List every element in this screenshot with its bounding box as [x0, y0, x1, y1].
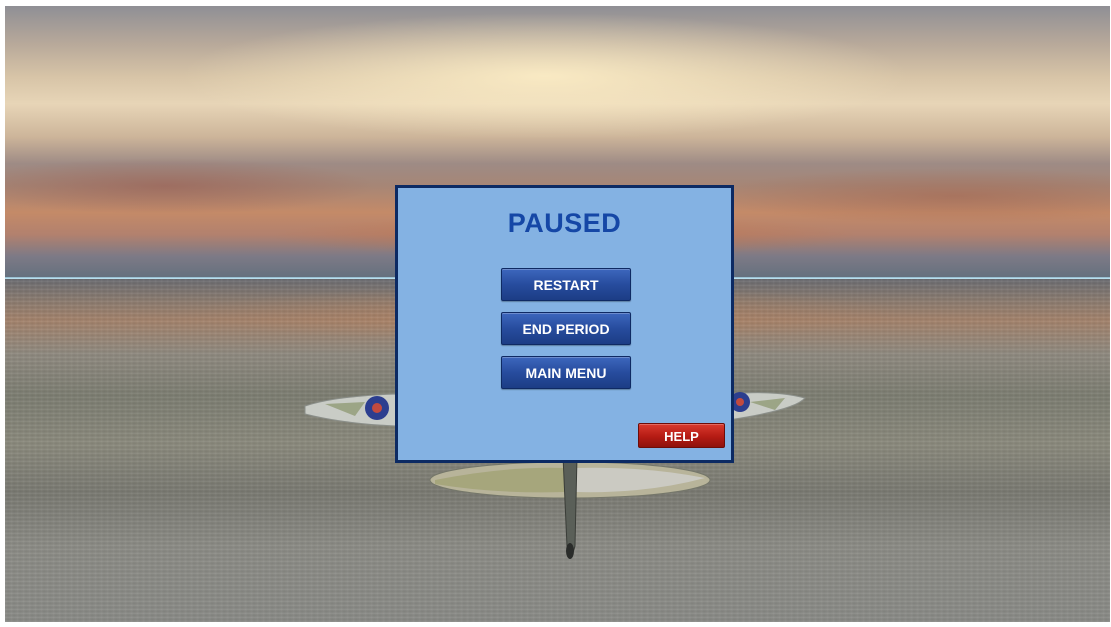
- restart-button[interactable]: RESTART: [501, 268, 631, 301]
- pause-panel: PAUSED RESTART END PERIOD MAIN MENU HELP: [395, 185, 734, 463]
- help-button[interactable]: HELP: [638, 423, 725, 448]
- main-menu-button[interactable]: MAIN MENU: [501, 356, 631, 389]
- game-viewport: PAUSED RESTART END PERIOD MAIN MENU HELP: [5, 6, 1110, 622]
- tail-fin: [562, 455, 578, 555]
- end-period-button[interactable]: END PERIOD: [501, 312, 631, 345]
- pause-title: PAUSED: [507, 208, 622, 238]
